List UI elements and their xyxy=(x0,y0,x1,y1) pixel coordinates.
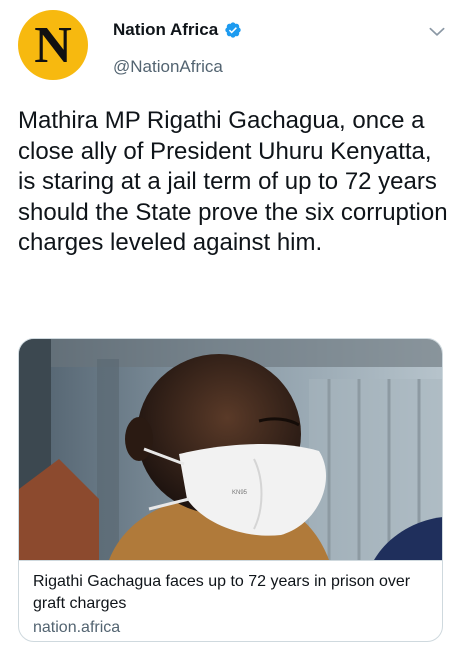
avatar-letter: N xyxy=(34,17,72,74)
user-handle[interactable]: @NationAfrica xyxy=(113,57,223,77)
link-card[interactable]: KN95 Rigathi Gachagua faces up to 72 yea… xyxy=(18,338,443,642)
display-name[interactable]: Nation Africa xyxy=(113,20,218,40)
card-body[interactable]: Rigathi Gachagua faces up to 72 years in… xyxy=(19,560,442,641)
avatar[interactable]: N xyxy=(18,10,88,80)
tweet-text: Mathira MP Rigathi Gachagua, once a clos… xyxy=(18,107,448,256)
mask-label: KN95 xyxy=(232,490,248,496)
display-name-row[interactable]: Nation Africa xyxy=(113,20,242,40)
verified-badge-icon xyxy=(225,22,241,38)
card-domain[interactable]: nation.africa xyxy=(33,617,428,639)
tweet[interactable]: N Nation Africa @NationAfrica Mathira MP… xyxy=(0,0,461,650)
card-title[interactable]: Rigathi Gachagua faces up to 72 years in… xyxy=(33,571,428,615)
chevron-down-icon[interactable] xyxy=(427,22,447,42)
card-image[interactable]: KN95 xyxy=(19,339,443,560)
